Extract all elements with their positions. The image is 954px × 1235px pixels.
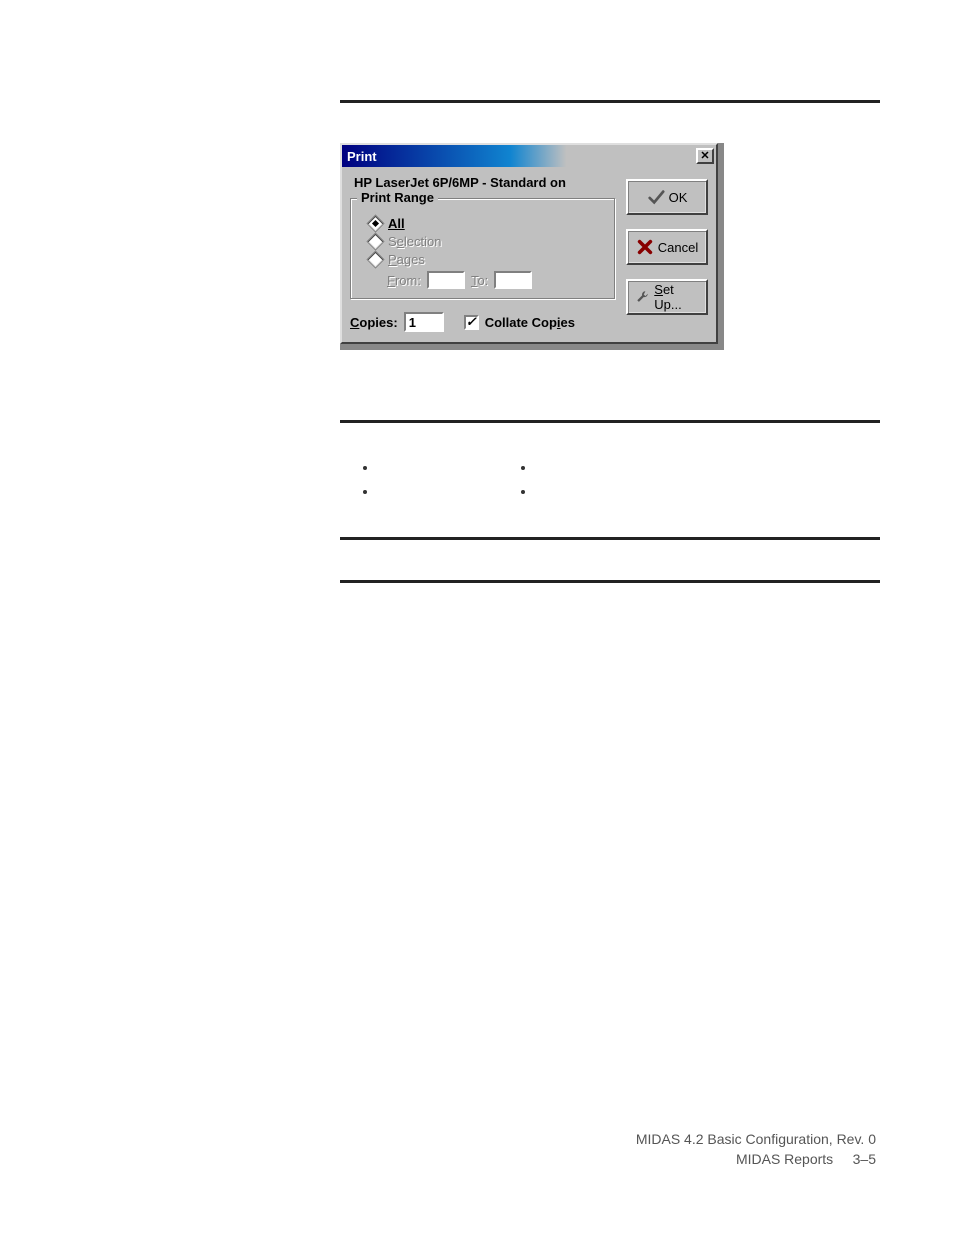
cancel-button[interactable]: Cancel: [626, 229, 708, 265]
dialog-body: HP LaserJet 6P/6MP - Standard on Print R…: [342, 167, 716, 342]
radio-all-row[interactable]: All: [361, 216, 605, 231]
footer-line2: MIDAS Reports 3–5: [636, 1150, 876, 1170]
bullet-column-1: [360, 453, 438, 507]
close-icon: ✕: [700, 151, 709, 161]
radio-selection-row[interactable]: Selection: [361, 234, 605, 249]
dialog-button-column: OK Cancel Set Up...: [626, 173, 708, 332]
list-item: [536, 459, 596, 477]
section-separator-top: [340, 100, 880, 103]
radio-selection-label: Selection: [388, 234, 441, 249]
dialog-shadow: Print ✕ HP LaserJet 6P/6MP - Standard on…: [340, 143, 724, 350]
close-button[interactable]: ✕: [696, 148, 714, 164]
radio-diamond-icon: [366, 250, 384, 268]
radio-diamond-icon: [366, 214, 384, 232]
list-item: [536, 483, 596, 501]
ok-label: OK: [669, 190, 688, 205]
separator-line: [340, 420, 880, 423]
footer-doc-name: MIDAS Reports: [736, 1151, 833, 1167]
page-content: Print ✕ HP LaserJet 6P/6MP - Standard on…: [340, 100, 880, 583]
dialog-title: Print: [344, 149, 696, 164]
dialog-titlebar: Print ✕: [342, 145, 716, 167]
print-range-group: Print Range All Selection Pages: [350, 198, 616, 300]
collate-label: Collate Copies: [485, 315, 575, 330]
collate-checkbox[interactable]: ✓: [464, 315, 479, 330]
bullet-column-2: [518, 453, 596, 507]
footer-page-num: 3–5: [853, 1151, 876, 1167]
setup-label: Set Up...: [654, 282, 700, 312]
print-dialog: Print ✕ HP LaserJet 6P/6MP - Standard on…: [340, 143, 718, 344]
copies-input[interactable]: [404, 312, 444, 332]
separator-line: [340, 537, 880, 540]
setup-button[interactable]: Set Up...: [626, 279, 708, 315]
radio-pages-label: Pages: [388, 252, 425, 267]
to-input[interactable]: [494, 271, 532, 289]
x-icon: [636, 238, 654, 256]
from-input[interactable]: [427, 271, 465, 289]
copies-label: Copies:: [350, 315, 398, 330]
separator-line: [340, 580, 880, 583]
footer-line1: MIDAS 4.2 Basic Configuration, Rev. 0: [636, 1130, 876, 1150]
list-item: [378, 459, 438, 477]
wrench-icon: [634, 288, 650, 306]
radio-all-label: All: [388, 216, 405, 231]
radio-diamond-icon: [366, 232, 384, 250]
ok-button[interactable]: OK: [626, 179, 708, 215]
radio-pages-row[interactable]: Pages: [361, 252, 605, 267]
page-footer: MIDAS 4.2 Basic Configuration, Rev. 0 MI…: [636, 1130, 876, 1169]
print-range-legend: Print Range: [357, 190, 438, 205]
checkmark-icon: [647, 188, 665, 206]
bullet-columns: [360, 453, 880, 507]
to-label: To:: [471, 273, 488, 288]
cancel-label: Cancel: [658, 240, 698, 255]
dialog-left-column: HP LaserJet 6P/6MP - Standard on Print R…: [350, 173, 616, 332]
pages-range-row: From: To:: [361, 271, 605, 289]
list-item: [378, 483, 438, 501]
checkmark-icon: ✓: [466, 314, 477, 330]
from-label: From:: [387, 273, 421, 288]
copies-row: Copies: ✓ Collate Copies: [350, 312, 616, 332]
